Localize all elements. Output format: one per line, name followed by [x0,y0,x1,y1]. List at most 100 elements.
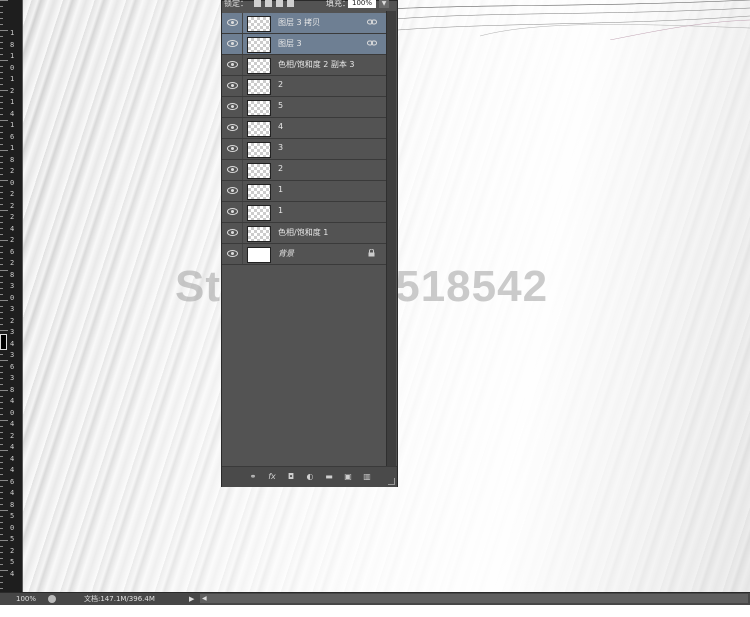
ruler-label: 4 [10,569,15,578]
layer-name[interactable]: 2 [278,164,283,173]
ruler-tick [0,312,3,313]
layer-row[interactable]: 2 [222,160,387,181]
visibility-eye-icon[interactable] [227,228,238,237]
ruler-tick [0,138,3,139]
layer-row[interactable]: 5 [222,97,387,118]
ruler-tick [0,324,3,325]
ruler-tick [0,114,3,115]
layer-name[interactable]: 1 [278,206,283,215]
layer-name[interactable]: 1 [278,185,283,194]
ruler-label: 2 [10,167,15,175]
group-folder-icon[interactable]: ▬ [324,472,334,481]
layer-name[interactable]: 背景 [278,248,294,259]
visibility-eye-icon[interactable] [227,102,238,111]
scroll-left-icon[interactable]: ◀ [202,593,207,605]
ruler-label: 4 [10,397,15,405]
visibility-eye-icon[interactable] [227,39,238,48]
layer-row[interactable]: 色相/饱和度 1 [222,223,387,244]
lock-all-icon[interactable] [287,0,294,7]
layer-row[interactable]: 1 [222,181,387,202]
layer-divider [242,244,243,264]
lock-transparent-icon[interactable] [254,0,261,7]
layer-thumbnail[interactable] [247,247,271,263]
link-layers-icon[interactable]: ⚭ [248,472,258,481]
layer-row[interactable]: 3 [222,139,387,160]
layer-name[interactable]: 图层 3 拷贝 [278,17,320,28]
ruler-tick [0,450,8,451]
ruler-label: 5 [10,558,15,566]
status-menu-arrow-icon[interactable]: ▶ [189,593,194,605]
ruler-tick [0,372,3,373]
fill-dropdown-icon[interactable]: ▼ [379,0,389,8]
ruler-tick [0,384,3,385]
ruler-position-marker [0,334,7,350]
layer-divider [242,97,243,117]
layer-row[interactable]: 背景 [222,244,387,265]
visibility-eye-icon[interactable] [227,18,238,27]
ruler-tick [0,102,3,103]
ruler-tick [0,426,3,427]
layer-thumbnail[interactable] [247,226,271,242]
visibility-eye-icon[interactable] [227,60,238,69]
layer-thumbnail[interactable] [247,205,271,221]
layer-row[interactable]: 图层 3 [222,34,387,55]
vertical-ruler: 1 8 1 0 1 2 1 4 1 6 1 8 2 0 2 2 2 4 2 6 2 8 3 0 3 2 3 4 3 6 3 8 4 0 4 2 4 4 4 6… [0,0,23,592]
layers-panel: 锁定： 填充： 100% ▼ 图层 3 拷贝 图层 3 色相/饱和度 2 副本 3 2… [221,0,398,487]
layer-name[interactable]: 色相/饱和度 2 副本 3 [278,59,355,70]
layer-thumbnail[interactable] [247,121,271,137]
layer-name[interactable]: 图层 3 [278,38,302,49]
layer-row[interactable]: 图层 3 拷贝 [222,13,387,34]
layer-name[interactable]: 色相/饱和度 1 [278,227,328,238]
resize-grip[interactable] [388,478,395,485]
layer-thumbnail[interactable] [247,79,271,95]
trash-icon[interactable]: ▥ [362,472,372,481]
layer-thumbnail[interactable] [247,142,271,158]
lock-brush-icon[interactable] [265,0,272,7]
ruler-label: 5 [10,535,15,543]
fill-input[interactable]: 100% [348,0,376,8]
ruler-tick [0,96,3,97]
ruler-tick [0,468,3,469]
layer-name[interactable]: 4 [278,122,283,131]
zoom-level[interactable]: 100% [16,593,36,605]
layer-row[interactable]: 4 [222,118,387,139]
visibility-eye-icon[interactable] [227,81,238,90]
adjustment-layer-icon[interactable]: ◐ [305,472,315,481]
lock-move-icon[interactable] [276,0,283,7]
layer-thumbnail[interactable] [247,184,271,200]
ruler-tick [0,540,8,541]
visibility-eye-icon[interactable] [227,249,238,258]
ruler-tick [0,534,3,535]
layer-thumbnail[interactable] [247,58,271,74]
layer-thumbnail[interactable] [247,37,271,53]
ruler-tick [0,126,3,127]
visibility-eye-icon[interactable] [227,186,238,195]
panel-scrollbar[interactable] [386,11,396,466]
layer-row[interactable]: 2 [222,76,387,97]
visibility-eye-icon[interactable] [227,165,238,174]
ruler-tick [0,60,8,61]
ruler-tick [0,228,3,229]
layer-divider [242,34,243,54]
visibility-eye-icon[interactable] [227,207,238,216]
layer-thumbnail[interactable] [247,163,271,179]
layer-thumbnail[interactable] [247,100,271,116]
visibility-eye-icon[interactable] [227,123,238,132]
layer-name[interactable]: 3 [278,143,283,152]
layer-mask-icon[interactable]: ◘ [286,472,296,481]
status-info-icon[interactable] [48,595,56,603]
layer-row[interactable]: 1 [222,202,387,223]
link-icon [367,40,377,46]
layer-thumbnail[interactable] [247,16,271,32]
horizontal-scrollbar[interactable] [200,594,748,603]
ruler-tick [0,504,3,505]
fx-icon[interactable]: fx [267,472,277,481]
ruler-tick [0,108,3,109]
new-layer-icon[interactable]: ▣ [343,472,353,481]
visibility-eye-icon[interactable] [227,144,238,153]
layer-row[interactable]: 色相/饱和度 2 副本 3 [222,55,387,76]
ruler-tick [0,462,3,463]
layer-name[interactable]: 2 [278,80,283,89]
layer-name[interactable]: 5 [278,101,283,110]
ruler-tick [0,306,3,307]
